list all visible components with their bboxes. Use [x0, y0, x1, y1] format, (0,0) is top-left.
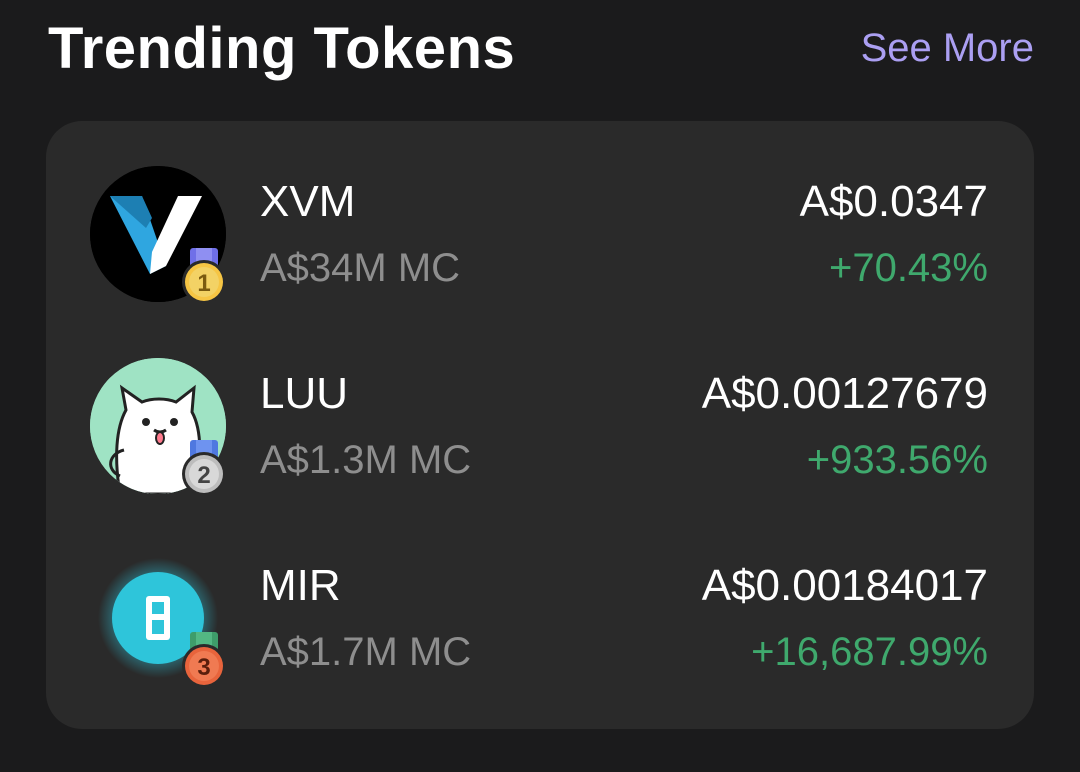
- token-price: A$0.00184017: [701, 561, 988, 610]
- medal-rank: 2: [197, 462, 210, 489]
- token-symbol: MIR: [260, 561, 341, 610]
- token-avatar: 1: [90, 166, 226, 304]
- token-row-mir[interactable]: 3 MIR A$1.7M MC A$0.00184017 +16,687.99%: [46, 505, 1034, 688]
- token-change: +16,687.99%: [751, 630, 988, 674]
- token-market-cap: A$1.3M MC: [260, 438, 472, 482]
- silver-medal-icon: 2: [178, 438, 230, 498]
- section-title: Trending Tokens: [48, 15, 516, 81]
- token-symbol: XVM: [260, 177, 356, 226]
- trending-tokens-card: 1 XVM A$34M MC A$0.0347 +70.43% 2 LUU A$…: [46, 121, 1034, 729]
- section-header: Trending Tokens See More: [48, 10, 1034, 86]
- token-avatar: 3: [90, 550, 226, 688]
- token-change: +70.43%: [828, 246, 988, 290]
- token-market-cap: A$34M MC: [260, 246, 461, 290]
- bronze-medal-icon: 3: [178, 630, 230, 690]
- token-change: +933.56%: [806, 438, 988, 482]
- token-row-xvm[interactable]: 1 XVM A$34M MC A$0.0347 +70.43%: [46, 121, 1034, 304]
- see-more-link[interactable]: See More: [861, 26, 1034, 71]
- token-price: A$0.0347: [799, 177, 988, 226]
- medal-rank: 3: [197, 654, 210, 681]
- token-price: A$0.00127679: [701, 369, 988, 418]
- gold-medal-icon: 1: [178, 246, 230, 306]
- token-symbol: LUU: [260, 369, 349, 418]
- medal-rank: 1: [197, 270, 210, 297]
- token-avatar: 2: [90, 358, 226, 496]
- token-row-luu[interactable]: 2 LUU A$1.3M MC A$0.00127679 +933.56%: [46, 313, 1034, 496]
- token-market-cap: A$1.7M MC: [260, 630, 472, 674]
